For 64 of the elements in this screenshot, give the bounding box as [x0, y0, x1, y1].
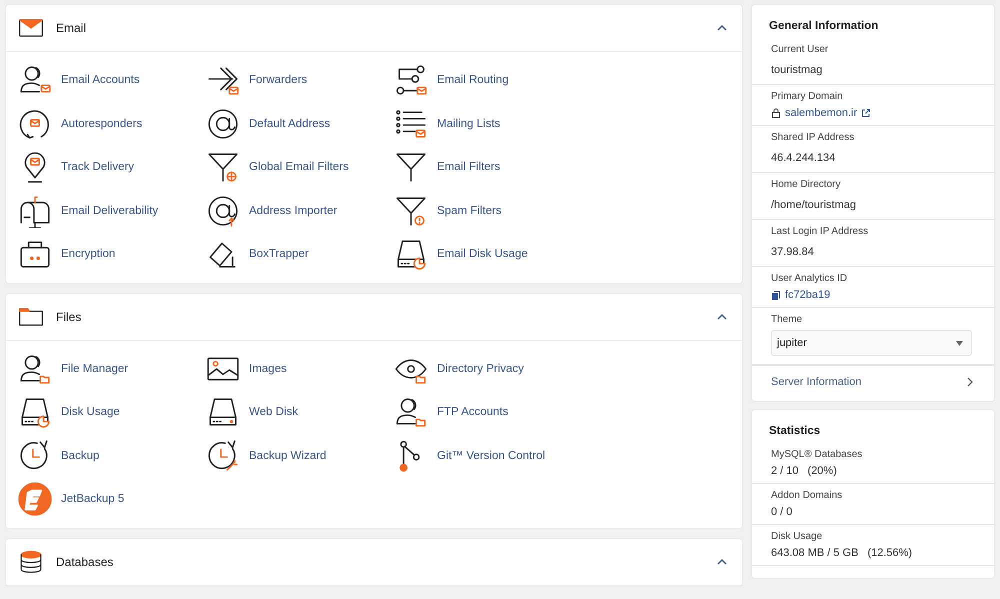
- info-label: Shared IP Address: [771, 132, 856, 143]
- domain-link[interactable]: salembemon.ir: [785, 107, 858, 119]
- tool-link[interactable]: Email Disk Usage: [394, 236, 582, 272]
- info-label: User Analytics ID: [771, 273, 848, 284]
- at-sign-icon: [206, 106, 240, 141]
- tool-link[interactable]: Track Delivery: [18, 149, 206, 186]
- tool-link[interactable]: File Manager: [18, 350, 206, 387]
- stat-label: MySQL® Databases: [771, 449, 864, 460]
- info-value: 46.4.244.134: [771, 152, 836, 164]
- tool-link[interactable]: Address Importer: [206, 192, 394, 229]
- section-title: Email: [56, 21, 88, 35]
- copy-icon[interactable]: [771, 290, 781, 300]
- tool-link[interactable]: BoxTrapper: [206, 236, 394, 272]
- card-title: General Information: [768, 19, 880, 34]
- mailbox-icon: [18, 194, 52, 228]
- info-label: Theme: [771, 314, 804, 325]
- tool-link[interactable]: Forwarders: [206, 62, 394, 98]
- round-logo-icon: [18, 482, 52, 516]
- tool-link[interactable]: Mailing Lists: [394, 106, 582, 142]
- tool-link[interactable]: FTP Accounts: [394, 394, 582, 430]
- tool-link[interactable]: Backup Wizard: [206, 438, 394, 474]
- lock-icon: [771, 108, 781, 118]
- chevron-right-icon: [965, 377, 975, 387]
- tool-link[interactable]: Autoresponders: [18, 106, 206, 142]
- info-label: Current User: [771, 44, 830, 55]
- tool-link[interactable]: Directory Privacy: [394, 350, 582, 387]
- tool-link[interactable]: Git™ Version Control: [394, 438, 582, 474]
- card-title: Statistics: [768, 424, 822, 439]
- server-information-link[interactable]: Server Information: [752, 365, 994, 401]
- tool-link[interactable]: Backup: [18, 438, 206, 474]
- stat-value: 2 / 10: [771, 465, 799, 477]
- tool-link[interactable]: Email Deliverability: [18, 192, 206, 229]
- tool-link[interactable]: JetBackup 5: [18, 481, 206, 518]
- clock-wand-icon: [206, 438, 240, 473]
- external-link-icon[interactable]: [861, 108, 872, 118]
- info-label: Primary Domain: [771, 91, 844, 102]
- info-value: /home/touristmag: [771, 199, 856, 211]
- stat-value: 643.08 MB / 5 GB: [771, 547, 858, 559]
- info-value: touristmag: [771, 64, 822, 76]
- caret-icon: [956, 340, 963, 346]
- info-label: Last Login IP Address: [771, 226, 870, 237]
- tool-link[interactable]: Default Address: [206, 106, 394, 142]
- theme-select[interactable]: jupiter: [771, 330, 972, 356]
- tool-link[interactable]: Encryption: [18, 236, 206, 272]
- stat-percent: (12.56%): [867, 547, 912, 559]
- tool-link[interactable]: Email Filters: [394, 149, 582, 186]
- tool-link[interactable]: Global Email Filters: [206, 149, 394, 186]
- routing-icon: [394, 63, 428, 98]
- stat-label: Addon Domains: [771, 490, 844, 501]
- tool-link[interactable]: Web Disk: [206, 394, 394, 430]
- tool-link[interactable]: Email Routing: [394, 62, 582, 98]
- stat-value: 0 / 0: [771, 506, 792, 518]
- tool-link[interactable]: Spam Filters: [394, 192, 582, 229]
- database-icon: [18, 548, 44, 574]
- stat-percent: (20%): [808, 465, 837, 477]
- info-label: Home Directory: [771, 179, 842, 190]
- info-value: 37.98.84: [771, 246, 814, 258]
- stat-label: Disk Usage: [771, 531, 824, 542]
- section-title: Databases: [56, 554, 114, 568]
- tool-link[interactable]: Disk Usage: [18, 394, 206, 430]
- tool-link[interactable]: Email Accounts: [18, 62, 206, 98]
- section-title: Files: [56, 310, 82, 324]
- analytics-id: fc72ba19: [785, 289, 830, 301]
- tool-link[interactable]: Images: [206, 350, 394, 387]
